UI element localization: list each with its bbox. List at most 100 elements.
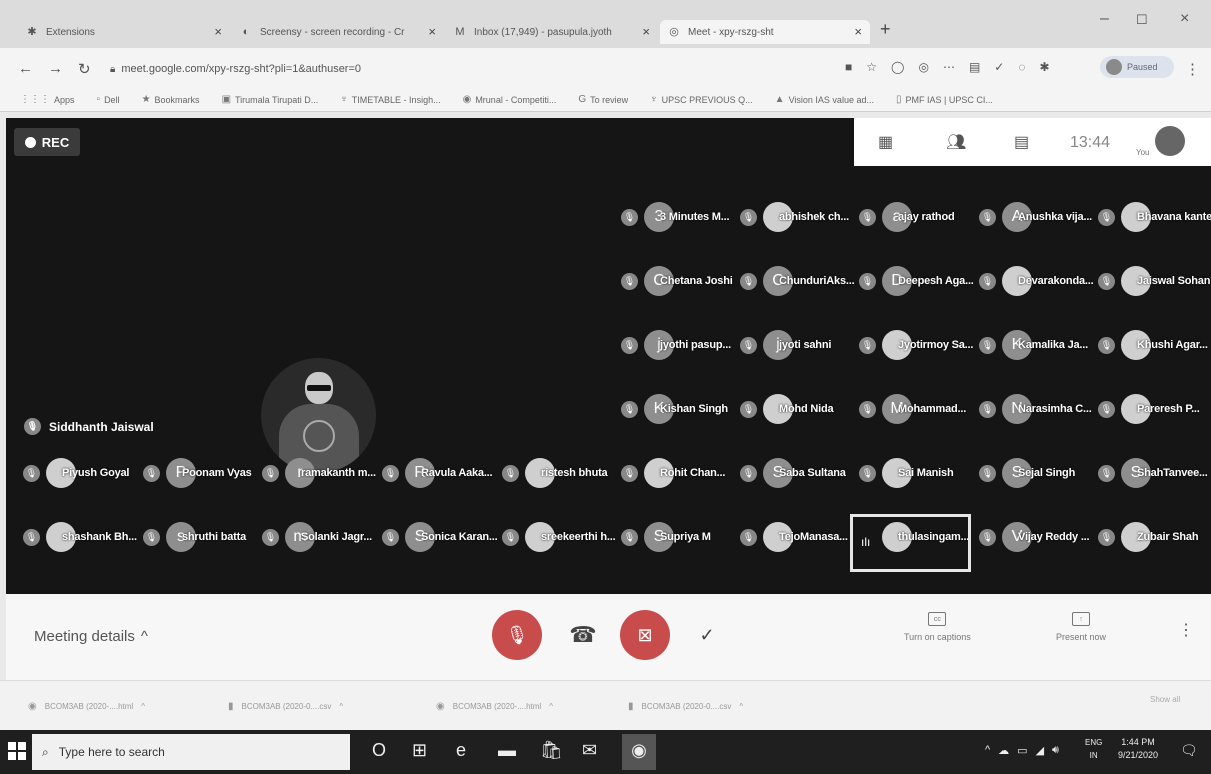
chat-icon[interactable]: ▤ — [1014, 132, 1029, 152]
participant-tile[interactable]: 🎙︎ S ShahTanvee... — [1098, 458, 1208, 488]
participant-tile[interactable]: 🎙︎ Bhavana kante — [1098, 202, 1211, 232]
file-explorer-icon[interactable]: ▬ — [498, 740, 516, 761]
participant-tile[interactable]: 🎙︎ C ChunduriAks... — [740, 266, 855, 296]
bookmark-bookmarks[interactable]: ★ Bookmarks — [142, 94, 200, 105]
bookmark-apps[interactable]: ⋮⋮⋮ Apps — [20, 94, 75, 105]
tab-screensy[interactable]: ◐ Screensy - screen recording - Cr × — [232, 20, 444, 44]
chrome-icon[interactable]: ◉ — [622, 734, 656, 770]
bookmark-upsc[interactable]: ♆ UPSC PREVIOUS Q... — [650, 94, 753, 105]
participant-tile[interactable]: 🎙︎ j jyoti sahni — [740, 330, 831, 360]
taskbar-search-input[interactable]: ⌕ Type here to search — [32, 734, 350, 770]
chevron-up-icon[interactable]: ^ — [141, 702, 145, 711]
task-view-icon[interactable]: ⊞ — [412, 740, 427, 761]
participant-tile[interactable]: 🎙︎ m Solanki Jagr... — [262, 522, 372, 552]
camera-icon[interactable]: ■ — [845, 60, 852, 74]
bookmark-dell[interactable]: ▫ Dell — [97, 94, 120, 105]
participant-tile[interactable]: 🎙︎ 3 3 Minutes M... — [621, 202, 730, 232]
chevron-up-icon[interactable]: ^ — [739, 702, 743, 711]
profile-paused-button[interactable]: Paused — [1100, 56, 1174, 78]
extension-icon[interactable]: ⋯ — [943, 60, 955, 74]
participant-tile[interactable]: 🎙︎ ristesh bhuta — [502, 458, 608, 488]
participant-tile[interactable]: 🎙︎ Mohd Nida — [740, 394, 834, 424]
self-avatar[interactable] — [1155, 126, 1185, 156]
bookmark-to-review[interactable]: G To review — [578, 94, 628, 105]
download-item[interactable]: ◉ BCOM3AB (2020-....html ^ — [436, 701, 553, 712]
close-icon[interactable]: × — [428, 24, 436, 39]
participant-tile[interactable]: 🎙︎ K Kamalika Ja... — [979, 330, 1088, 360]
more-options-icon[interactable]: ⋮ — [1178, 620, 1194, 640]
close-icon[interactable]: × — [854, 24, 862, 39]
check-button[interactable]: ✓ — [682, 610, 732, 660]
participant-tile[interactable]: 🎙︎ r ramakanth m... — [262, 458, 376, 488]
meeting-details-button[interactable]: Meeting details ^ — [34, 628, 148, 645]
chevron-up-icon[interactable]: ^ — [549, 702, 553, 711]
participant-tile[interactable]: 🎙︎ Devarakonda... — [979, 266, 1094, 296]
close-icon[interactable]: × — [214, 24, 222, 39]
participant-tile[interactable]: 🎙︎ shashank Bh... — [23, 522, 137, 552]
extension-icon[interactable]: ▤ — [969, 60, 980, 74]
bookmark-tirumala[interactable]: ▣ Tirumala Tirupati D... — [222, 94, 319, 105]
puzzle-icon[interactable]: ✱ — [1039, 60, 1049, 74]
participant-tile[interactable]: 🎙︎ Pareresh P... — [1098, 394, 1200, 424]
participant-tile[interactable]: 🎙︎ Jyotirmoy Sa... — [859, 330, 973, 360]
tab-gmail-inbox[interactable]: M Inbox (17,949) - pasupula.jyoth × — [446, 20, 658, 44]
bookmark-vision-ias[interactable]: ▲ Vision IAS value ad... — [775, 94, 874, 105]
participant-tile[interactable]: 🎙︎ abhishek ch... — [740, 202, 849, 232]
extension-icon[interactable]: ◎ — [918, 60, 928, 74]
participant-tile[interactable]: 🎙︎ Sai Manish — [859, 458, 954, 488]
mail-icon[interactable]: ✉ — [582, 740, 597, 761]
captions-button[interactable]: cc Turn on captions — [904, 612, 971, 642]
leave-call-button[interactable]: ☎︎ — [558, 610, 608, 660]
layout-grid-icon[interactable]: ▦ — [878, 132, 893, 152]
network-icon[interactable]: ◢ — [1036, 744, 1044, 757]
participant-tile[interactable]: 🎙︎ N Narasimha C... — [979, 394, 1092, 424]
download-item[interactable]: ▮ BCOM3AB (2020-0....csv ^ — [228, 701, 343, 712]
participant-tile[interactable]: 🎙︎ sreekeerthi h... — [502, 522, 616, 552]
participant-tile[interactable]: 🎙︎ V Vijay Reddy ... — [979, 522, 1090, 552]
participant-tile[interactable]: 🎙︎ Zubair Shah — [1098, 522, 1199, 552]
check-icon[interactable]: ✓ — [994, 60, 1004, 74]
forward-arrow-icon[interactable]: → — [48, 60, 63, 77]
volume-icon[interactable]: 🔊︎ — [1052, 744, 1059, 757]
participant-tile[interactable]: 🎙︎ S Saba Sultana — [740, 458, 846, 488]
minimize-icon[interactable]: – — [1100, 10, 1109, 28]
participant-tile[interactable]: 🎙︎ A Anushka vija... — [979, 202, 1092, 232]
tab-meet[interactable]: ◎ Meet - xpy-rszg-sht × — [660, 20, 870, 44]
bookmark-mrunal[interactable]: ◉ Mrunal - Competiti... — [463, 94, 557, 105]
kebab-menu-icon[interactable]: ⋮ — [1185, 60, 1200, 78]
participant-tile[interactable]: 🎙︎ S Sonica Karan... — [382, 522, 498, 552]
bookmark-star-icon[interactable]: ☆ — [866, 60, 877, 74]
participant-tile[interactable]: 🎙︎ R Ravula Aaka... — [382, 458, 493, 488]
participant-tile[interactable]: 🎙︎ M Mohammad... — [859, 394, 966, 424]
chevron-up-icon[interactable]: ^ — [985, 744, 990, 757]
participant-tile[interactable]: 🎙︎ D Deepesh Aga... — [859, 266, 974, 296]
bookmark-timetable[interactable]: ♆ TIMETABLE - Insigh... — [340, 94, 440, 105]
input-language[interactable]: ENG IN — [1085, 736, 1102, 762]
download-item[interactable]: ◉ BCOM3AB (2020-....html ^ — [28, 701, 145, 712]
participant-tile[interactable]: 🎙︎ j jyothi pasup... — [621, 330, 731, 360]
windows-start-icon[interactable] — [8, 742, 26, 760]
cloud-icon[interactable]: ☁ — [998, 744, 1009, 757]
extension-icon[interactable]: ◌ — [1018, 60, 1025, 74]
store-icon[interactable]: 🛍︎ — [540, 740, 563, 761]
taskbar-clock[interactable]: 1:44 PM 9/21/2020 — [1118, 736, 1158, 762]
participant-tile[interactable]: 🎙︎ s shruthi batta — [143, 522, 246, 552]
participant-tile[interactable]: 🎙︎ P Poonam Vyas — [143, 458, 252, 488]
participant-tile[interactable]: 🎙︎ S Sejal Singh — [979, 458, 1075, 488]
window-close-icon[interactable]: × — [1180, 10, 1189, 28]
participant-tile[interactable]: 🎙︎ a ajay rathod — [859, 202, 955, 232]
close-icon[interactable]: × — [642, 24, 650, 39]
chevron-up-icon[interactable]: ^ — [339, 702, 343, 711]
battery-icon[interactable]: ▭ — [1017, 744, 1027, 757]
camera-toggle-button[interactable]: ⊠ — [620, 610, 670, 660]
participant-tile[interactable]: 🎙︎ Jaiswal Sohan — [1098, 266, 1210, 296]
bookmark-pmf-ias[interactable]: ▯ PMF IAS | UPSC CI... — [896, 94, 993, 105]
back-arrow-icon[interactable]: ← — [18, 60, 33, 77]
participant-tile[interactable]: 🎙︎ Khushi Agar... — [1098, 330, 1208, 360]
notifications-icon[interactable]: 🗨︎ — [1180, 742, 1198, 759]
cortana-icon[interactable]: O — [372, 740, 386, 761]
download-item[interactable]: ▮ BCOM3AB (2020-0....csv ^ — [628, 701, 743, 712]
show-all-link[interactable]: Show all — [1150, 695, 1180, 704]
people-icon[interactable]: 👥︎ — [946, 132, 966, 152]
participant-tile[interactable]: 🎙︎ S Supriya M — [621, 522, 711, 552]
